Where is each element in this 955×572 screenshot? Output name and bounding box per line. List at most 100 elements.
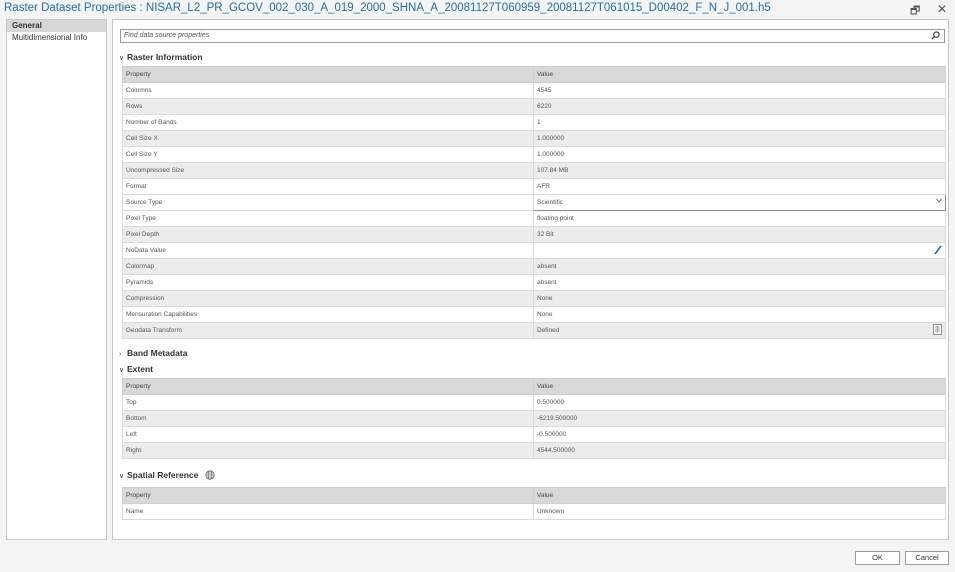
table-icon[interactable]: [933, 324, 943, 335]
value-text: 4544.500000: [537, 447, 575, 454]
title-bar: Raster Dataset Properties : NISAR_L2_PR_…: [0, 0, 955, 17]
property-header: Property: [122, 487, 534, 504]
value-text: 4545: [537, 87, 552, 94]
section-spatial-reference[interactable]: ∨ Spatial Reference: [119, 469, 215, 481]
chevron-down-icon[interactable]: [936, 198, 942, 205]
table-row[interactable]: Cell Size Y 1.000000: [122, 146, 946, 163]
value-text: absent: [537, 279, 557, 286]
property-cell-left: Left: [122, 426, 534, 443]
search-input[interactable]: Find data source properties: [120, 29, 945, 43]
property-cell-cell-size-y: Cell Size Y: [122, 146, 534, 163]
table-row[interactable]: Source Type Scientific: [122, 194, 946, 211]
property-cell-colormap: Colormap: [122, 258, 534, 275]
value-text: -6219.500000: [537, 415, 578, 422]
cancel-button[interactable]: Cancel: [905, 551, 949, 565]
property-cell-uncompressed-size: Uncompressed Size: [122, 162, 534, 179]
value-cell-uncompressed-size: 107.84 MB: [533, 162, 946, 179]
property-cell-pixel-type: Pixel Type: [122, 210, 534, 227]
value-cell-pyramids: absent: [533, 274, 946, 291]
value-cell-geodata-transform: Defined: [533, 322, 946, 339]
table-row[interactable]: Uncompressed Size 107.84 MB: [122, 162, 946, 179]
table-header-row: Property Value: [122, 378, 946, 395]
value-cell-right: 4544.500000: [533, 442, 946, 459]
nav-item-general[interactable]: General: [7, 20, 106, 32]
value-cell-rows: 6220: [533, 98, 946, 115]
source-type-dropdown[interactable]: Scientific: [533, 194, 946, 211]
property-cell-top: Top: [122, 394, 534, 411]
property-cell-number-of-bands: Number of Bands: [122, 114, 534, 131]
table-row[interactable]: Colormap absent: [122, 258, 946, 275]
search-placeholder: Find data source properties: [124, 32, 210, 39]
chevron-right-icon: ›: [119, 351, 122, 358]
value-text: -0.500000: [537, 431, 567, 438]
window-title: Raster Dataset Properties : NISAR_L2_PR_…: [4, 2, 771, 14]
value-text: 6220: [537, 103, 552, 110]
ok-button[interactable]: OK: [855, 551, 900, 565]
value-text: 32 Bit: [537, 231, 554, 238]
value-text: 107.84 MB: [537, 167, 569, 174]
table-row[interactable]: Left -0.500000: [122, 426, 946, 443]
search-icon[interactable]: [931, 31, 940, 42]
table-row[interactable]: Pyramids absent: [122, 274, 946, 291]
spatial-reference-table: Property Value Name Unknown: [122, 487, 946, 520]
globe-icon[interactable]: [205, 470, 215, 480]
property-cell-compression: Compression: [122, 290, 534, 307]
value-cell-bottom: -6219.500000: [533, 410, 946, 427]
table-row[interactable]: Geodata Transform Defined: [122, 322, 946, 339]
property-cell-nodata-value: NoData Value: [122, 242, 534, 259]
property-header: Property: [122, 66, 534, 83]
pencil-icon[interactable]: [934, 245, 942, 255]
value-cell-columns: 4545: [533, 82, 946, 99]
value-header: Value: [533, 66, 946, 83]
section-raster-information[interactable]: ∨ Raster Information: [119, 51, 203, 63]
table-row[interactable]: Name Unknown: [122, 503, 946, 520]
value-text: Scientific: [537, 199, 564, 206]
table-row[interactable]: Number of Bands 1: [122, 114, 946, 131]
table-row[interactable]: Bottom -6219.500000: [122, 410, 946, 427]
table-row[interactable]: Top 0.500000: [122, 394, 946, 411]
close-icon[interactable]: ✕: [937, 2, 947, 16]
value-cell-cell-size-x: 1.000000: [533, 130, 946, 147]
property-cell-bottom: Bottom: [122, 410, 534, 427]
value-cell-compression: None: [533, 290, 946, 307]
section-band-metadata[interactable]: › Band Metadata: [119, 347, 187, 359]
table-row[interactable]: Cell Size X 1.000000: [122, 130, 946, 147]
table-row[interactable]: Mensuration Capabilities None: [122, 306, 946, 323]
chevron-down-icon: ∨: [119, 473, 125, 480]
value-cell-number-of-bands: 1: [533, 114, 946, 131]
property-cell-columns: Columns: [122, 82, 534, 99]
value-text: Unknown: [537, 508, 565, 515]
nodata-value-field[interactable]: [533, 242, 946, 259]
section-title: Spatial Reference: [127, 470, 199, 480]
value-cell-format: AFR: [533, 178, 946, 195]
value-cell-pixel-depth: 32 Bit: [533, 226, 946, 243]
value-text: None: [537, 311, 553, 318]
table-row[interactable]: Rows 6220: [122, 98, 946, 115]
properties-panel: Find data source properties ∨ Raster Info…: [112, 19, 949, 540]
table-row[interactable]: NoData Value: [122, 242, 946, 259]
value-text: absent: [537, 263, 557, 270]
table-row[interactable]: Compression None: [122, 290, 946, 307]
chevron-down-icon: ∨: [119, 367, 125, 374]
table-row[interactable]: Right 4544.500000: [122, 442, 946, 459]
value-text: 1.000000: [537, 151, 565, 158]
nav-item-multidimensional-info[interactable]: Multidimensional Info: [7, 32, 106, 44]
property-cell-cell-size-x: Cell Size X: [122, 130, 534, 147]
property-cell-right: Right: [122, 442, 534, 459]
section-extent[interactable]: ∨ Extent: [119, 363, 153, 375]
value-cell-pixel-type: floating point: [533, 210, 946, 227]
property-cell-pixel-depth: Pixel Depth: [122, 226, 534, 243]
table-row[interactable]: Pixel Depth 32 Bit: [122, 226, 946, 243]
section-title: Raster Information: [127, 52, 203, 62]
table-row[interactable]: Pixel Type floating point: [122, 210, 946, 227]
table-header-row: Property Value: [122, 66, 946, 83]
extent-table: Property Value Top 0.500000 Bottom -6219.50…: [122, 378, 946, 459]
property-cell-pyramids: Pyramids: [122, 274, 534, 291]
value-header: Value: [533, 487, 946, 504]
value-cell-mensuration-capabilities: None: [533, 306, 946, 323]
property-header: Property: [122, 378, 534, 395]
table-row[interactable]: Format AFR: [122, 178, 946, 195]
value-text: floating point: [537, 215, 574, 222]
table-row[interactable]: Columns 4545: [122, 82, 946, 99]
property-cell-rows: Rows: [122, 98, 534, 115]
